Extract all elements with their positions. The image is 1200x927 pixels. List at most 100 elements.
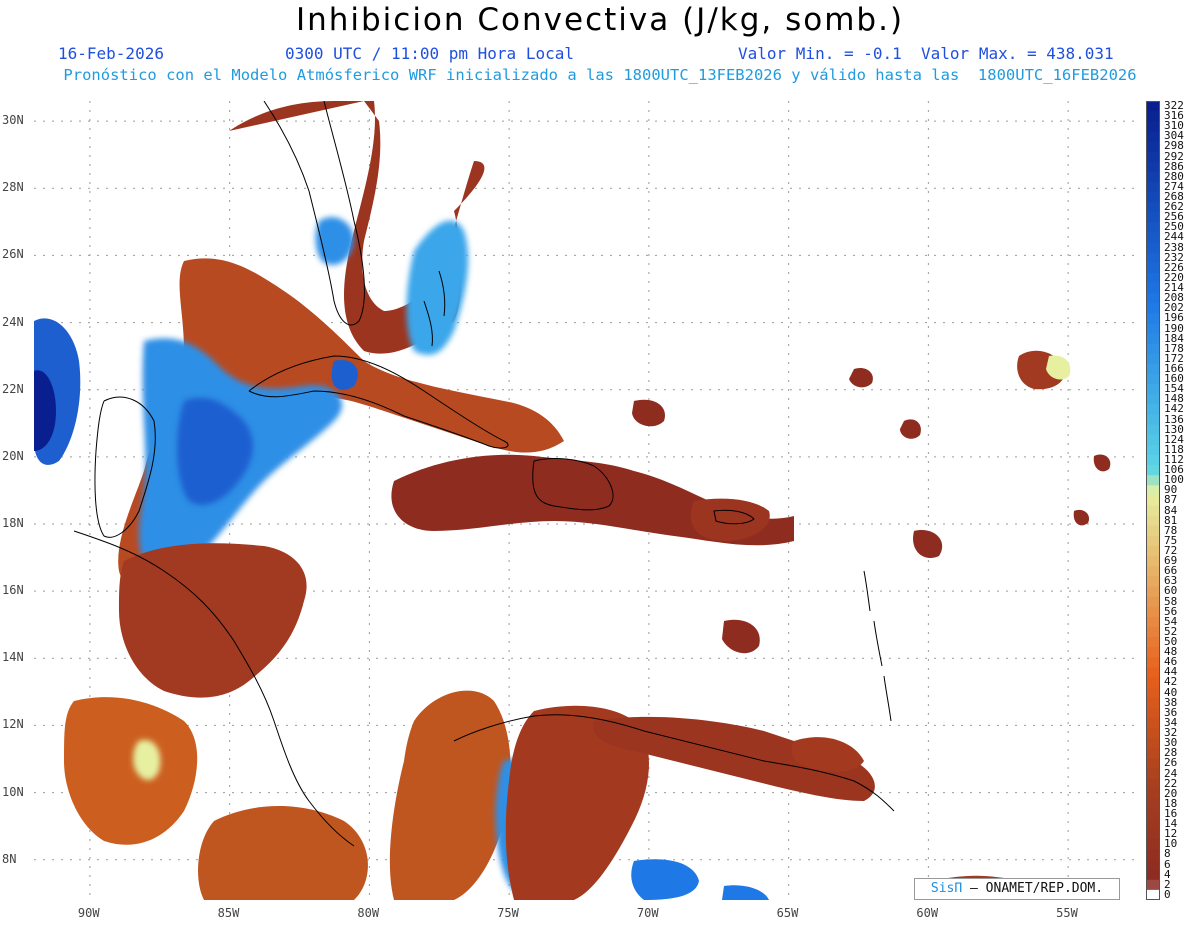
cin-region-atlantic-9 xyxy=(632,399,665,427)
colorbar-swatch xyxy=(1146,475,1160,486)
colorbar-swatch xyxy=(1146,728,1160,739)
colorbar-swatch xyxy=(1146,859,1160,871)
colorbar-swatch xyxy=(1146,667,1160,678)
colorbar-swatch xyxy=(1146,495,1160,507)
colorbar-swatch xyxy=(1146,444,1160,456)
colorbar-swatch xyxy=(1146,778,1160,790)
colorbar-swatch xyxy=(1146,535,1160,547)
cin-region-atlantic-3 xyxy=(849,367,873,388)
colorbar-swatch xyxy=(1146,798,1160,810)
map-title: Inhibicion Convectiva (J/kg, somb.) xyxy=(295,2,905,38)
colorbar-swatch xyxy=(1146,869,1160,881)
colorbar-swatch xyxy=(1146,677,1160,689)
cin-region-panama xyxy=(389,690,511,900)
latitude-label: 30N xyxy=(2,113,24,128)
colorbar-swatch xyxy=(1146,323,1160,335)
map-canvas xyxy=(34,101,1138,900)
colorbar-swatch xyxy=(1146,394,1160,405)
coast-lesser-antilles xyxy=(863,570,892,722)
colorbar-swatch xyxy=(1146,596,1160,608)
colorbar-swatch xyxy=(1146,404,1160,416)
colorbar-swatch xyxy=(1146,313,1160,325)
cin-region-atlantic-5 xyxy=(1093,454,1111,472)
latitude-label: 10N xyxy=(2,784,24,799)
colorbar-swatch xyxy=(1146,414,1160,426)
value-range: Valor Min. = -0.1 Valor Max. = 438.031 xyxy=(738,44,1114,63)
longitude-label: 90W xyxy=(77,906,100,920)
colorbar-swatch xyxy=(1146,647,1160,658)
colorbar-swatch xyxy=(1146,343,1160,355)
latitude-label: 20N xyxy=(2,448,24,463)
colorbar-swatch xyxy=(1146,697,1160,709)
colorbar-swatch xyxy=(1146,202,1160,213)
colorbar-swatch xyxy=(1146,546,1160,557)
colorbar-swatch xyxy=(1146,212,1160,223)
longitude-label: 85W xyxy=(217,906,240,920)
longitude-label: 75W xyxy=(497,906,519,920)
cin-region-south-blue2 xyxy=(722,885,769,900)
colorbar-swatch xyxy=(1146,586,1160,598)
colorbar-swatch xyxy=(1146,232,1160,244)
colorbar-swatch xyxy=(1146,879,1160,891)
colorbar-swatch xyxy=(1146,121,1160,132)
colorbar-swatch xyxy=(1146,262,1160,274)
longitude-label: 70W xyxy=(636,906,659,920)
latitude-label: 14N xyxy=(2,650,24,665)
colorbar-swatch xyxy=(1146,808,1160,820)
cin-region-atlantic-4 xyxy=(900,419,921,439)
latitude-label: 12N xyxy=(2,717,24,732)
latitude-label: 28N xyxy=(2,180,24,195)
colorbar-swatch xyxy=(1146,222,1160,233)
colorbar-swatch xyxy=(1146,576,1160,587)
credit-brand: SisΠ xyxy=(930,881,963,896)
latitude-label: 24N xyxy=(2,314,24,329)
credit-org: – ONAMET/REP.DOM. xyxy=(970,881,1104,896)
colorbar-swatch xyxy=(1146,616,1160,628)
colorbar-swatch xyxy=(1146,829,1160,840)
cin-field xyxy=(34,101,1111,900)
colorbar-swatch xyxy=(1146,171,1160,183)
cin-region-costa-rica xyxy=(198,806,368,900)
colorbar-swatch xyxy=(1146,556,1160,567)
map-panel xyxy=(34,101,1138,900)
colorbar-swatch xyxy=(1146,768,1160,780)
cin-region-bahamas xyxy=(406,220,469,355)
colorbar-swatch xyxy=(1146,485,1160,496)
colorbar-swatch xyxy=(1146,687,1160,699)
colorbar-swatch xyxy=(1146,748,1160,759)
cin-region-atlantic-6 xyxy=(913,530,943,559)
cin-region-honduras xyxy=(119,543,307,698)
latitude-label: 8N xyxy=(2,851,17,866)
colorbar-swatch xyxy=(1146,454,1160,466)
latitude-label: 18N xyxy=(2,516,24,530)
colorbar-swatch xyxy=(1146,293,1160,304)
longitude-label: 60W xyxy=(916,906,939,920)
colorbar-swatch xyxy=(1146,101,1160,112)
colorbar-swatch xyxy=(1146,626,1160,638)
longitude-label: 80W xyxy=(357,906,380,920)
colorbar-swatch xyxy=(1146,242,1160,254)
colorbar-swatch xyxy=(1146,707,1160,719)
colorbar-swatch xyxy=(1146,283,1160,294)
colorbar-swatch xyxy=(1146,141,1160,153)
colorbar-swatch xyxy=(1146,889,1160,900)
forecast-time: 0300 UTC / 11:00 pm Hora Local xyxy=(285,44,574,63)
colorbar-swatch xyxy=(1146,111,1160,122)
colorbar-swatch xyxy=(1146,657,1160,668)
colorbar-swatch xyxy=(1146,637,1160,648)
latitude-label: 16N xyxy=(2,583,24,598)
colorbar-label: 0 xyxy=(1164,887,1171,901)
colorbar-swatch xyxy=(1146,758,1160,770)
colorbar-swatch xyxy=(1146,505,1160,517)
colorbar-swatch xyxy=(1146,788,1160,800)
colorbar-swatch xyxy=(1146,525,1160,537)
colorbar-swatch xyxy=(1146,252,1160,264)
colorbar-swatch xyxy=(1146,606,1160,618)
cin-region-south-blue xyxy=(631,859,699,900)
colorbar-swatch xyxy=(1146,384,1160,395)
colorbar-swatch xyxy=(1146,131,1160,142)
latitude-label: 26N xyxy=(2,247,24,262)
colorbar-swatch xyxy=(1146,738,1160,749)
colorbar-swatch xyxy=(1146,424,1160,436)
colorbar-swatch xyxy=(1146,465,1160,476)
